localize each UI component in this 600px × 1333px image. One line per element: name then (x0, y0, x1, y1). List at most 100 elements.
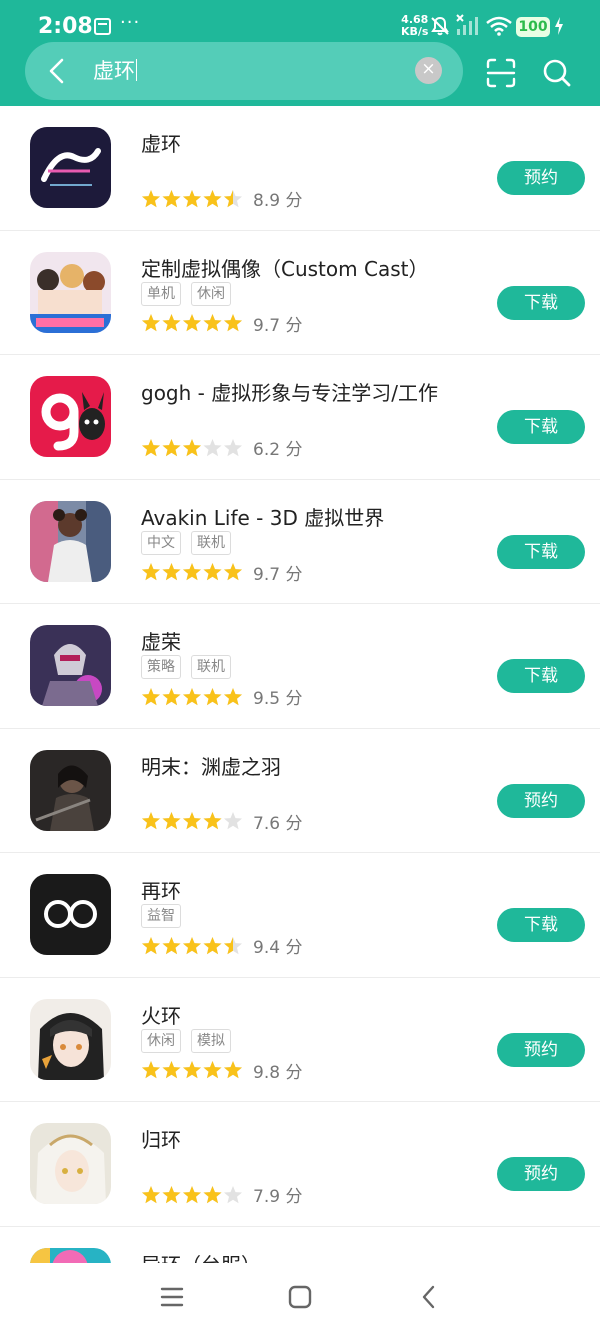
rating-stars (141, 1061, 243, 1079)
app-tags: 中文 联机 (141, 530, 241, 556)
search-icon[interactable] (542, 58, 572, 88)
app-title[interactable]: Avakin Life - 3D 虚拟世界 (141, 502, 384, 531)
rating-stars (141, 314, 243, 332)
star-filled-icon (141, 812, 161, 830)
result-item[interactable]: 虚荣 策略 联机 9.5 分 下载 (0, 604, 600, 729)
download-button[interactable]: 下载 (497, 285, 585, 320)
avatar-character-app-icon[interactable] (30, 500, 111, 582)
app-title[interactable]: 归环 (141, 1124, 181, 1153)
star-filled-icon (141, 563, 161, 581)
app-title[interactable]: 异环（台服） (141, 1249, 261, 1264)
star-filled-icon (162, 189, 181, 207)
result-item[interactable]: 明末：渊虚之羽 7.6 分 预约 (0, 729, 600, 853)
result-item[interactable]: 再环 益智 9.4 分 下载 (0, 853, 600, 978)
tag-badge: 策略 (141, 655, 181, 679)
star-filled-icon (203, 1185, 222, 1203)
result-item[interactable]: Avakin Life - 3D 虚拟世界 中文 联机 9.7 分 下载 (0, 480, 600, 604)
star-filled-icon (203, 936, 222, 954)
app-title[interactable]: 再环 (141, 875, 181, 904)
rating: 9.4 分 (141, 933, 302, 959)
rating: 9.5 分 (141, 684, 302, 710)
star-filled-icon (182, 1185, 202, 1203)
reserve-button[interactable]: 预约 (497, 1157, 585, 1191)
recent-apps-icon[interactable] (160, 1285, 184, 1309)
rating-stars (141, 936, 243, 954)
star-filled-icon (182, 1061, 202, 1079)
rating: 9.7 分 (141, 311, 302, 337)
colorful-art-app-icon[interactable] (30, 1247, 111, 1264)
star-filled-icon (203, 1061, 222, 1079)
search-input[interactable]: 虚环 (93, 57, 137, 85)
tag-badge: 休闲 (191, 281, 231, 306)
star-filled-icon (162, 812, 181, 830)
wifi-icon (486, 16, 512, 36)
rating: 9.7 分 (141, 560, 302, 586)
app-title[interactable]: gogh - 虚拟形象与专注学习/工作 (141, 377, 438, 406)
result-item[interactable]: 定制虚拟偶像（Custom Cast） 单机 休闲 9.7 分 下载 (0, 231, 600, 355)
star-filled-icon (162, 314, 181, 332)
star-filled-icon (182, 189, 202, 207)
white-hair-girl-app-icon[interactable] (30, 1123, 111, 1204)
app-title[interactable]: 虚荣 (141, 626, 181, 655)
download-button[interactable]: 下载 (497, 659, 585, 693)
clear-search-button[interactable]: × (415, 57, 442, 84)
app-tags: 单机 休闲 (141, 281, 241, 307)
star-filled-icon (141, 1185, 161, 1203)
robot-warrior-app-icon[interactable] (30, 625, 111, 706)
rating-stars (141, 438, 243, 456)
tag-badge: 联机 (191, 530, 231, 555)
reserve-button[interactable]: 预约 (497, 783, 585, 818)
tag-badge: 中文 (141, 530, 181, 555)
star-filled-icon (141, 1061, 161, 1079)
rating-score: 9.5 分 (253, 689, 303, 709)
star-filled-icon (223, 1061, 243, 1079)
result-item[interactable]: gogh - 虚拟形象与专注学习/工作 6.2 分 下载 (0, 355, 600, 480)
rating: 7.9 分 (141, 1182, 302, 1208)
result-item[interactable]: 归环 7.9 分 预约 (0, 1102, 600, 1227)
app-title[interactable]: 虚环 (141, 128, 181, 157)
tag-badge: 单机 (141, 281, 181, 306)
rating-score: 6.2 分 (253, 440, 303, 460)
app-tags: 策略 联机 (141, 655, 241, 680)
result-item[interactable]: 火环 休闲 模拟 9.8 分 预约 (0, 978, 600, 1102)
star-filled-icon (141, 936, 161, 954)
result-item[interactable]: 虚环 8.9 分 预约 (0, 106, 600, 231)
app-title[interactable]: 火环 (141, 1000, 181, 1029)
anime-girls-app-icon[interactable] (30, 251, 111, 333)
home-icon[interactable] (287, 1284, 313, 1310)
rating-score: 9.4 分 (253, 938, 303, 958)
download-button[interactable]: 下载 (497, 908, 585, 942)
star-filled-icon (203, 563, 222, 581)
rating-stars (141, 687, 243, 705)
scan-icon[interactable] (486, 58, 516, 88)
download-button[interactable]: 下载 (497, 410, 585, 444)
rating-score: 9.8 分 (253, 1062, 303, 1083)
tag-badge: 联机 (191, 655, 231, 679)
star-filled-icon (141, 438, 161, 456)
rating-stars (141, 1185, 243, 1203)
result-item[interactable]: 异环（台服） (0, 1227, 600, 1264)
anime-character-app-icon[interactable] (30, 998, 111, 1080)
download-button[interactable]: 下载 (497, 534, 585, 569)
nav-back-icon[interactable] (418, 1283, 440, 1311)
star-filled-icon (182, 314, 202, 332)
star-icon (223, 812, 243, 830)
dark-warrior-app-icon[interactable] (30, 749, 111, 831)
app-title[interactable]: 明末：渊虚之羽 (141, 751, 281, 780)
reserve-button[interactable]: 预约 (497, 161, 585, 195)
infinity-logo-app-icon[interactable] (30, 874, 111, 955)
app-root: { "status_bar": { "time": "2:08", "net_s… (0, 0, 600, 1333)
tag-badge: 益智 (141, 904, 181, 928)
reserve-button[interactable]: 预约 (497, 1032, 585, 1067)
logo-text-app-icon[interactable] (30, 127, 111, 208)
app-title[interactable]: 定制虚拟偶像（Custom Cast） (141, 253, 428, 282)
network-speed-unit: KB/s (401, 25, 429, 38)
rating-score: 9.7 分 (253, 564, 303, 585)
rating-score: 7.6 分 (253, 813, 303, 834)
back-arrow-icon[interactable] (45, 57, 69, 85)
rating-stars (141, 812, 243, 830)
gogh-logo-app-icon[interactable] (30, 376, 111, 457)
app-tags: 休闲 模拟 (141, 1028, 241, 1054)
star-filled-icon (203, 189, 222, 207)
rating-score: 8.9 分 (253, 191, 303, 211)
